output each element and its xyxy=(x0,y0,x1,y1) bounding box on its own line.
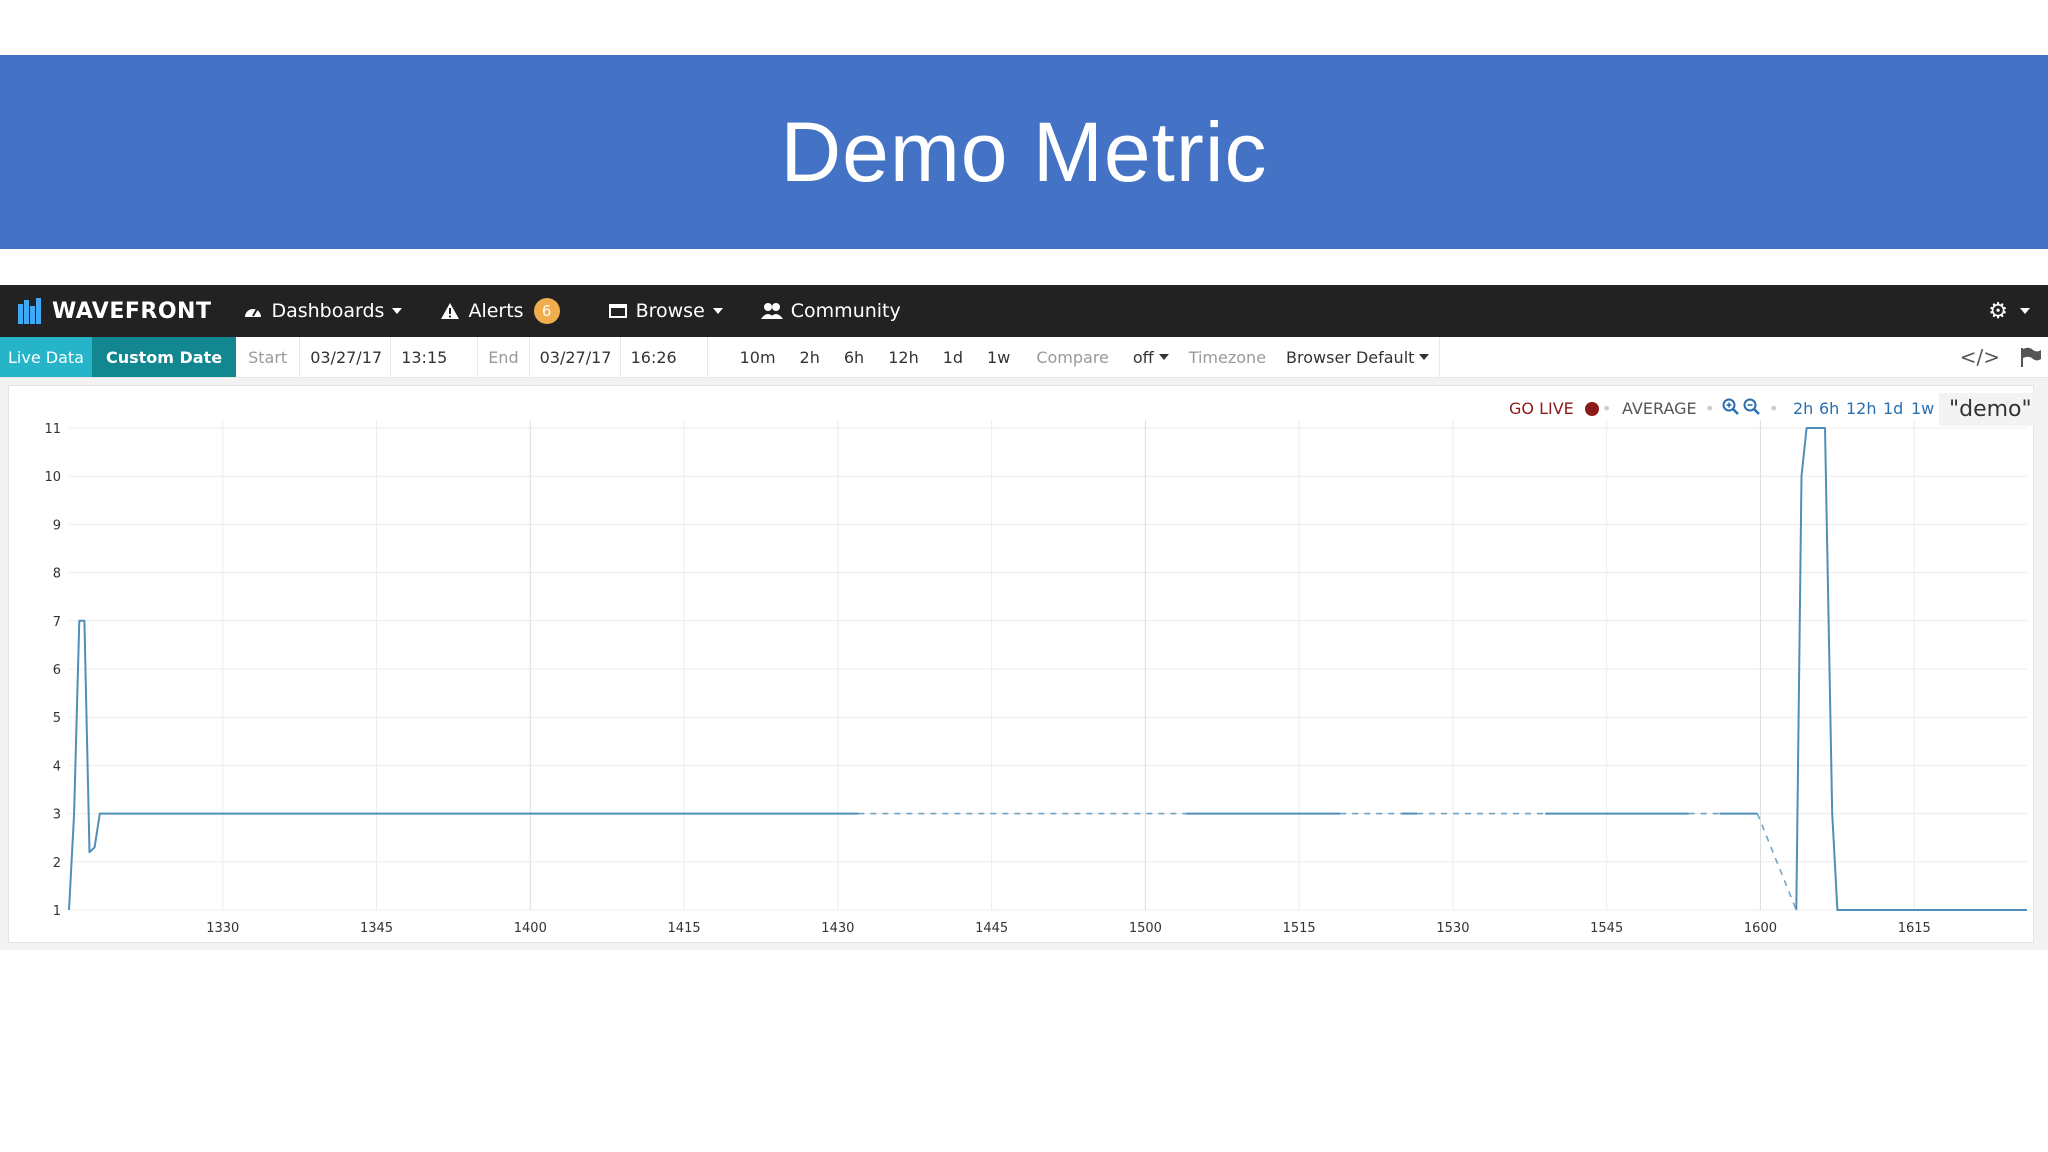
start-label: Start xyxy=(236,337,301,377)
x-tick-label: 1615 xyxy=(1898,921,1931,936)
range-2h[interactable]: 2h xyxy=(788,337,832,377)
dashboard-gauge-icon xyxy=(243,303,263,319)
nav-dashboards-label: Dashboards xyxy=(271,300,385,322)
community-users-icon xyxy=(760,302,783,320)
wavefront-logo-icon xyxy=(18,298,41,324)
y-tick-label: 10 xyxy=(44,470,61,485)
x-tick-label: 1530 xyxy=(1436,921,1469,936)
y-tick-label: 9 xyxy=(53,518,61,533)
top-navbar: WAVEFRONT Dashboards Alerts 6 Browse Com… xyxy=(0,285,2048,337)
x-tick-label: 1400 xyxy=(514,921,547,936)
y-tick-label: 7 xyxy=(53,615,61,630)
x-tick-label: 1515 xyxy=(1283,921,1316,936)
range-12h[interactable]: 12h xyxy=(876,337,931,377)
range-1w[interactable]: 1w xyxy=(975,337,1022,377)
nav-alerts-label: Alerts xyxy=(468,300,524,322)
chevron-down-icon xyxy=(2020,308,2030,314)
x-tick-label: 1430 xyxy=(821,921,854,936)
time-toolbar: Live Data Custom Date Start 03/27/17 13:… xyxy=(0,337,2048,378)
y-tick-label: 2 xyxy=(53,856,61,871)
y-tick-label: 3 xyxy=(53,808,61,823)
y-tick-label: 5 xyxy=(53,711,61,726)
warning-triangle-icon xyxy=(440,302,460,320)
range-1d[interactable]: 1d xyxy=(931,337,975,377)
nav-browse[interactable]: Browse xyxy=(608,285,723,337)
brand-logo[interactable]: WAVEFRONT xyxy=(18,285,211,337)
nav-alerts[interactable]: Alerts 6 xyxy=(440,285,560,337)
compare-select[interactable]: off xyxy=(1123,337,1179,377)
nav-dashboards[interactable]: Dashboards xyxy=(243,285,403,337)
nav-community-label: Community xyxy=(790,300,901,322)
x-tick-label: 1545 xyxy=(1590,921,1623,936)
chevron-down-icon xyxy=(392,308,403,314)
x-tick-label: 1345 xyxy=(360,921,393,936)
y-tick-label: 8 xyxy=(53,567,61,582)
end-date-field[interactable]: 03/27/17 xyxy=(530,337,621,377)
end-label: End xyxy=(478,337,530,377)
chart-panel: GO LIVE • AVERAGE • • 2h 6h 12h 1d 1w "d… xyxy=(8,385,2042,943)
x-tick-label: 1330 xyxy=(206,921,239,936)
chevron-down-icon xyxy=(712,308,723,314)
nav-browse-label: Browse xyxy=(635,300,705,322)
y-tick-label: 4 xyxy=(53,759,61,774)
x-tick-label: 1500 xyxy=(1129,921,1162,936)
timezone-label: Timezone xyxy=(1188,347,1267,367)
timezone-select[interactable]: Browser Default xyxy=(1276,337,1441,377)
y-tick-label: 1 xyxy=(53,904,61,919)
alerts-count-badge: 6 xyxy=(533,298,560,324)
compare-value: off xyxy=(1132,347,1154,367)
slide-title: Demo Metric xyxy=(780,104,1268,199)
live-data-button[interactable]: Live Data xyxy=(0,337,92,377)
custom-date-button[interactable]: Custom Date xyxy=(91,337,237,377)
settings-menu[interactable]: ⚙ xyxy=(1988,285,2030,337)
start-time-field[interactable]: 13:15 xyxy=(391,337,479,377)
chevron-down-icon xyxy=(1158,354,1169,360)
timezone-value: Browser Default xyxy=(1286,347,1415,367)
end-time-field[interactable]: 16:26 xyxy=(621,337,708,377)
line-chart: 1 2 3 4 5 6 7 8 9 10 11 1330 1345 1400 1415 1430 1445 150… xyxy=(44,420,2027,936)
y-tick-label: 11 xyxy=(44,422,61,437)
y-tick-label: 6 xyxy=(53,663,61,678)
gear-icon: ⚙ xyxy=(1988,298,2008,324)
x-tick-label: 1415 xyxy=(668,921,701,936)
x-tick-label: 1445 xyxy=(975,921,1008,936)
slide-title-band: Demo Metric xyxy=(0,55,2048,249)
start-date-field[interactable]: 03/27/17 xyxy=(300,337,392,377)
flag-icon[interactable] xyxy=(2010,337,2048,377)
wavefront-app: WAVEFRONT Dashboards Alerts 6 Browse Com… xyxy=(0,285,2048,950)
range-10m[interactable]: 10m xyxy=(728,337,788,377)
nav-community[interactable]: Community xyxy=(760,285,901,337)
range-6h[interactable]: 6h xyxy=(832,337,876,377)
brand-name: WAVEFRONT xyxy=(52,298,212,324)
x-tick-label: 1600 xyxy=(1744,921,1777,936)
compare-label: Compare xyxy=(1036,347,1109,367)
chevron-down-icon xyxy=(1419,354,1430,360)
code-view-icon[interactable]: </> xyxy=(1950,337,2010,377)
browse-window-icon xyxy=(608,303,628,319)
